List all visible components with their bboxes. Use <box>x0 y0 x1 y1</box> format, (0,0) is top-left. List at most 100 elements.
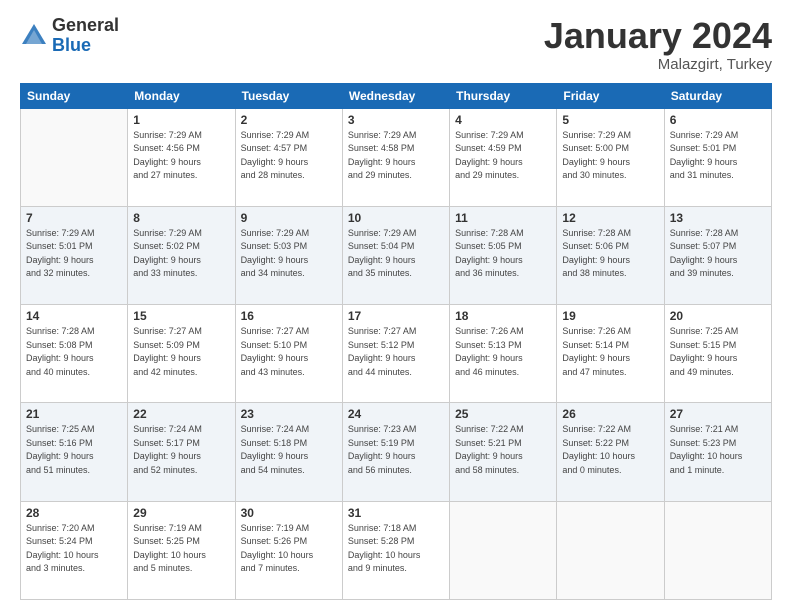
day-info: Sunrise: 7:20 AMSunset: 5:24 PMDaylight:… <box>26 522 122 576</box>
day-number: 23 <box>241 407 337 421</box>
day-info: Sunrise: 7:22 AMSunset: 5:21 PMDaylight:… <box>455 423 551 477</box>
day-info: Sunrise: 7:27 AMSunset: 5:09 PMDaylight:… <box>133 325 229 379</box>
calendar-week-row: 14Sunrise: 7:28 AMSunset: 5:08 PMDayligh… <box>21 305 772 403</box>
day-number: 11 <box>455 211 551 225</box>
day-info: Sunrise: 7:21 AMSunset: 5:23 PMDaylight:… <box>670 423 766 477</box>
day-number: 2 <box>241 113 337 127</box>
table-row: 2 Sunrise: 7:29 AMSunset: 4:57 PMDaylight… <box>235 108 342 206</box>
logo-blue: Blue <box>52 36 119 56</box>
day-info: Sunrise: 7:28 AMSunset: 5:06 PMDaylight:… <box>562 227 658 281</box>
day-number: 8 <box>133 211 229 225</box>
day-info: Sunrise: 7:29 AMSunset: 4:57 PMDaylight:… <box>241 129 337 183</box>
calendar-week-row: 21 Sunrise: 7:25 AMSunset: 5:16 PMDayligh… <box>21 403 772 501</box>
day-number: 3 <box>348 113 444 127</box>
table-row: 21 Sunrise: 7:25 AMSunset: 5:16 PMDayligh… <box>21 403 128 501</box>
day-number: 5 <box>562 113 658 127</box>
day-info: Sunrise: 7:29 AMSunset: 4:56 PMDaylight:… <box>133 129 229 183</box>
table-row: 23Sunrise: 7:24 AMSunset: 5:18 PMDayligh… <box>235 403 342 501</box>
day-number: 19 <box>562 309 658 323</box>
day-number: 21 <box>26 407 122 421</box>
table-row: 8 Sunrise: 7:29 AMSunset: 5:02 PMDaylight… <box>128 206 235 304</box>
col-friday: Friday <box>557 83 664 108</box>
table-row: 15 Sunrise: 7:27 AMSunset: 5:09 PMDayligh… <box>128 305 235 403</box>
calendar-week-row: 1 Sunrise: 7:29 AMSunset: 4:56 PMDaylight… <box>21 108 772 206</box>
table-row: 4Sunrise: 7:29 AMSunset: 4:59 PMDaylight… <box>450 108 557 206</box>
table-row: 7 Sunrise: 7:29 AMSunset: 5:01 PMDaylight… <box>21 206 128 304</box>
day-info: Sunrise: 7:29 AMSunset: 5:03 PMDaylight:… <box>241 227 337 281</box>
table-row <box>21 108 128 206</box>
title-area: January 2024 Malazgirt, Turkey <box>544 16 772 73</box>
day-info: Sunrise: 7:29 AMSunset: 5:04 PMDaylight:… <box>348 227 444 281</box>
table-row: 16 Sunrise: 7:27 AMSunset: 5:10 PMDayligh… <box>235 305 342 403</box>
day-info: Sunrise: 7:28 AMSunset: 5:05 PMDaylight:… <box>455 227 551 281</box>
day-info: Sunrise: 7:26 AMSunset: 5:13 PMDaylight:… <box>455 325 551 379</box>
col-saturday: Saturday <box>664 83 771 108</box>
col-tuesday: Tuesday <box>235 83 342 108</box>
table-row: 9 Sunrise: 7:29 AMSunset: 5:03 PMDaylight… <box>235 206 342 304</box>
day-number: 6 <box>670 113 766 127</box>
day-number: 1 <box>133 113 229 127</box>
day-number: 26 <box>562 407 658 421</box>
day-info: Sunrise: 7:29 AMSunset: 5:02 PMDaylight:… <box>133 227 229 281</box>
day-info: Sunrise: 7:28 AMSunset: 5:07 PMDaylight:… <box>670 227 766 281</box>
table-row: 12 Sunrise: 7:28 AMSunset: 5:06 PMDayligh… <box>557 206 664 304</box>
table-row: 3 Sunrise: 7:29 AMSunset: 4:58 PMDaylight… <box>342 108 449 206</box>
day-info: Sunrise: 7:24 AMSunset: 5:17 PMDaylight:… <box>133 423 229 477</box>
table-row: 10 Sunrise: 7:29 AMSunset: 5:04 PMDayligh… <box>342 206 449 304</box>
logo-text: General Blue <box>52 16 119 56</box>
day-number: 10 <box>348 211 444 225</box>
day-number: 31 <box>348 506 444 520</box>
day-number: 12 <box>562 211 658 225</box>
month-title: January 2024 <box>544 16 772 56</box>
col-sunday: Sunday <box>21 83 128 108</box>
table-row <box>450 501 557 599</box>
header: General Blue January 2024 Malazgirt, Tur… <box>20 16 772 73</box>
calendar-header-row: Sunday Monday Tuesday Wednesday Thursday… <box>21 83 772 108</box>
day-info: Sunrise: 7:18 AMSunset: 5:28 PMDaylight:… <box>348 522 444 576</box>
logo: General Blue <box>20 16 119 56</box>
table-row: 19 Sunrise: 7:26 AMSunset: 5:14 PMDayligh… <box>557 305 664 403</box>
day-info: Sunrise: 7:27 AMSunset: 5:12 PMDaylight:… <box>348 325 444 379</box>
table-row: 30Sunrise: 7:19 AMSunset: 5:26 PMDayligh… <box>235 501 342 599</box>
table-row: 17Sunrise: 7:27 AMSunset: 5:12 PMDayligh… <box>342 305 449 403</box>
col-monday: Monday <box>128 83 235 108</box>
day-info: Sunrise: 7:29 AMSunset: 5:01 PMDaylight:… <box>26 227 122 281</box>
col-wednesday: Wednesday <box>342 83 449 108</box>
day-info: Sunrise: 7:19 AMSunset: 5:25 PMDaylight:… <box>133 522 229 576</box>
day-number: 9 <box>241 211 337 225</box>
day-number: 28 <box>26 506 122 520</box>
table-row: 29Sunrise: 7:19 AMSunset: 5:25 PMDayligh… <box>128 501 235 599</box>
table-row: 28 Sunrise: 7:20 AMSunset: 5:24 PMDayligh… <box>21 501 128 599</box>
day-info: Sunrise: 7:23 AMSunset: 5:19 PMDaylight:… <box>348 423 444 477</box>
day-number: 14 <box>26 309 122 323</box>
day-info: Sunrise: 7:22 AMSunset: 5:22 PMDaylight:… <box>562 423 658 477</box>
table-row: 5 Sunrise: 7:29 AMSunset: 5:00 PMDaylight… <box>557 108 664 206</box>
day-number: 15 <box>133 309 229 323</box>
day-info: Sunrise: 7:29 AMSunset: 5:01 PMDaylight:… <box>670 129 766 183</box>
calendar-table: Sunday Monday Tuesday Wednesday Thursday… <box>20 83 772 600</box>
day-info: Sunrise: 7:25 AMSunset: 5:16 PMDaylight:… <box>26 423 122 477</box>
table-row: 6 Sunrise: 7:29 AMSunset: 5:01 PMDaylight… <box>664 108 771 206</box>
day-number: 16 <box>241 309 337 323</box>
location-subtitle: Malazgirt, Turkey <box>544 56 772 73</box>
day-number: 25 <box>455 407 551 421</box>
day-number: 7 <box>26 211 122 225</box>
day-info: Sunrise: 7:26 AMSunset: 5:14 PMDaylight:… <box>562 325 658 379</box>
day-number: 20 <box>670 309 766 323</box>
table-row: 18 Sunrise: 7:26 AMSunset: 5:13 PMDayligh… <box>450 305 557 403</box>
table-row: 31 Sunrise: 7:18 AMSunset: 5:28 PMDayligh… <box>342 501 449 599</box>
day-info: Sunrise: 7:29 AMSunset: 5:00 PMDaylight:… <box>562 129 658 183</box>
day-number: 13 <box>670 211 766 225</box>
table-row: 27Sunrise: 7:21 AMSunset: 5:23 PMDayligh… <box>664 403 771 501</box>
table-row: 14Sunrise: 7:28 AMSunset: 5:08 PMDayligh… <box>21 305 128 403</box>
day-info: Sunrise: 7:27 AMSunset: 5:10 PMDaylight:… <box>241 325 337 379</box>
table-row: 20Sunrise: 7:25 AMSunset: 5:15 PMDayligh… <box>664 305 771 403</box>
table-row: 25 Sunrise: 7:22 AMSunset: 5:21 PMDayligh… <box>450 403 557 501</box>
table-row <box>557 501 664 599</box>
day-number: 30 <box>241 506 337 520</box>
day-number: 18 <box>455 309 551 323</box>
day-info: Sunrise: 7:29 AMSunset: 4:58 PMDaylight:… <box>348 129 444 183</box>
calendar-page: General Blue January 2024 Malazgirt, Tur… <box>0 0 792 612</box>
table-row: 22Sunrise: 7:24 AMSunset: 5:17 PMDayligh… <box>128 403 235 501</box>
table-row: 11 Sunrise: 7:28 AMSunset: 5:05 PMDayligh… <box>450 206 557 304</box>
